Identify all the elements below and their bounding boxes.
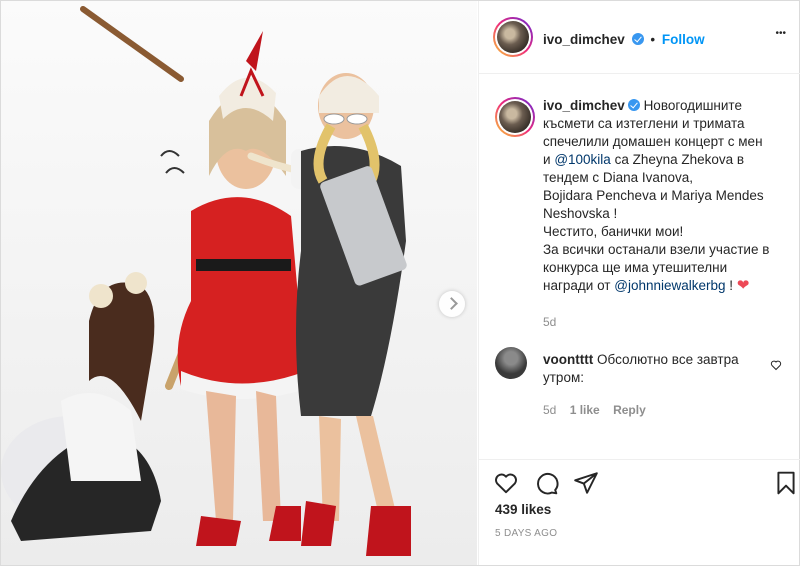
comment-icon[interactable] <box>533 470 559 496</box>
follow-button[interactable]: Follow <box>662 32 705 47</box>
caption-suffix: ! <box>729 278 734 293</box>
verified-badge-icon <box>631 33 644 45</box>
author-avatar[interactable] <box>493 17 533 57</box>
caption-line: конкурса ще има утешителни <box>543 260 728 275</box>
caption-and: и <box>543 152 551 167</box>
caption-line: Neshovska ! <box>543 206 618 221</box>
caption-line: са Zheyna Zhekova в <box>614 152 745 167</box>
caption-text: ivo_dimchev Новогодишните късмети са изт… <box>543 97 781 295</box>
verified-badge-icon <box>627 99 640 111</box>
comment-line: утром: <box>543 370 584 385</box>
caption-line: Новогодишните <box>643 98 742 113</box>
caption-avatar[interactable] <box>495 97 535 137</box>
caption-line: късмети са изтеглени и тримата <box>543 116 745 131</box>
save-icon[interactable] <box>773 470 799 496</box>
likes-count[interactable]: 439 likes <box>495 502 551 517</box>
commenter-avatar[interactable] <box>495 347 527 379</box>
comment-text: voontttt Обсолютно все завтра утром: <box>543 351 763 387</box>
reply-button[interactable]: Reply <box>613 403 646 417</box>
header-separator: • <box>650 32 656 47</box>
mention-link[interactable]: @johnniewalkerbg <box>614 278 725 293</box>
caption-age: 5d <box>543 315 557 329</box>
comment-age: 5d <box>543 403 557 417</box>
comment-likes[interactable]: 1 like <box>570 403 600 417</box>
caption-username[interactable]: ivo_dimchev <box>543 98 625 113</box>
caption-line: Честито, банички мои! <box>543 224 684 239</box>
heart-emoji-icon: ❤ <box>736 277 750 294</box>
like-icon[interactable] <box>493 470 519 496</box>
caption-line: Bojidara Pencheva и Mariya Mendes <box>543 188 764 203</box>
caption-line: спечелили домашен концерт с мен <box>543 134 763 149</box>
caption-line: За всички останали взели участие в <box>543 242 770 257</box>
comment-like-icon[interactable] <box>770 359 782 371</box>
post-header: ivo_dimchev • Follow ••• <box>479 1 800 74</box>
header-user-line: ivo_dimchev • Follow <box>543 32 705 47</box>
mention-link[interactable]: @100kila <box>554 152 611 167</box>
photo-illustration <box>1 1 477 565</box>
caption-line: награди от <box>543 278 611 293</box>
more-options-icon[interactable]: ••• <box>775 29 786 39</box>
post-photo[interactable] <box>1 1 477 565</box>
caption-line: тендем с Diana Ivanova, <box>543 170 693 185</box>
post-time[interactable]: 5 DAYS AGO <box>495 528 557 539</box>
next-arrow-icon[interactable] <box>439 291 465 317</box>
share-icon[interactable] <box>573 470 599 496</box>
comment-line: Обсолютно все завтра <box>597 352 739 367</box>
header-username[interactable]: ivo_dimchev <box>543 32 625 47</box>
comment-meta: 5d 1 like Reply <box>543 403 646 417</box>
post-sidebar: ivo_dimchev • Follow ••• ivo_dimchev Нов… <box>478 1 800 565</box>
comment-username[interactable]: voontttt <box>543 352 593 367</box>
instagram-post: ivo_dimchev • Follow ••• ivo_dimchev Нов… <box>0 0 800 566</box>
post-actions: 439 likes 5 DAYS AGO <box>479 459 800 566</box>
